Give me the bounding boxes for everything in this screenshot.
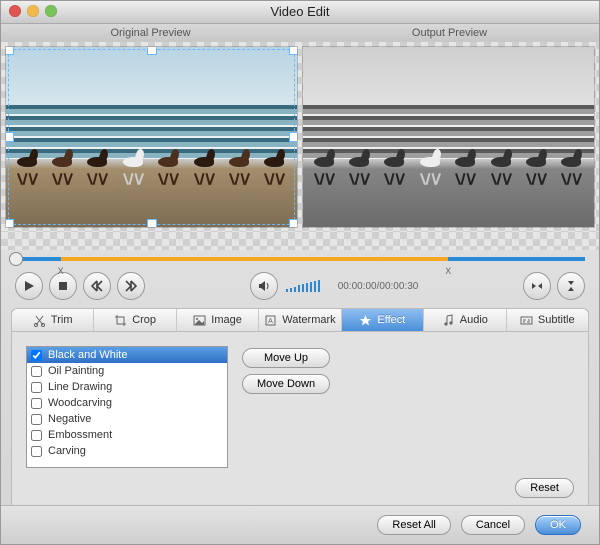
ok-button[interactable]: OK xyxy=(535,515,581,535)
original-preview-label: Original Preview xyxy=(1,24,300,42)
play-button[interactable] xyxy=(15,272,43,300)
effect-checkbox[interactable] xyxy=(31,398,42,409)
volume-control[interactable]: 00:00:00/00:00:30 xyxy=(250,272,419,300)
trim-out-marker[interactable]: X xyxy=(445,266,451,276)
effect-tab-body: Black and White Oil Painting Line Drawing W… xyxy=(12,332,588,472)
next-keyframe-button[interactable] xyxy=(117,272,145,300)
playhead-handle[interactable] xyxy=(9,252,23,266)
tab-effect[interactable]: Effect xyxy=(342,309,424,331)
close-icon[interactable] xyxy=(9,5,21,17)
tab-watermark[interactable]: A Watermark xyxy=(259,309,341,331)
tab-label: Audio xyxy=(460,314,488,326)
tabs-panel: Trim Crop Image AWatermark Effect Audio … xyxy=(11,308,589,509)
effect-checkbox[interactable] xyxy=(31,350,42,361)
svg-text:A: A xyxy=(268,318,273,325)
original-preview-image xyxy=(6,47,297,227)
dialog-footer: Reset All Cancel OK xyxy=(1,505,599,544)
effect-label: Embossment xyxy=(48,429,112,441)
image-icon xyxy=(193,314,206,327)
window-controls xyxy=(9,5,57,17)
crop-icon xyxy=(114,314,127,327)
tab-label: Trim xyxy=(51,314,73,326)
effects-list-item[interactable]: Carving xyxy=(27,443,227,459)
effects-list-item[interactable]: Oil Painting xyxy=(27,363,227,379)
tab-image[interactable]: Image xyxy=(177,309,259,331)
effect-label: Oil Painting xyxy=(48,365,104,377)
effects-list-item[interactable]: Negative xyxy=(27,411,227,427)
tab-label: Watermark xyxy=(282,314,335,326)
effect-checkbox[interactable] xyxy=(31,446,42,457)
scissors-icon xyxy=(33,314,46,327)
move-down-button[interactable]: Move Down xyxy=(242,374,330,394)
effect-checkbox[interactable] xyxy=(31,414,42,425)
stop-button[interactable] xyxy=(49,272,77,300)
timecode: 00:00:00/00:00:30 xyxy=(338,281,419,292)
reset-button[interactable]: Reset xyxy=(515,478,574,498)
effect-checkbox[interactable] xyxy=(31,366,42,377)
effect-label: Negative xyxy=(48,413,91,425)
effects-list-item[interactable]: Woodcarving xyxy=(27,395,227,411)
effects-list-item[interactable]: Line Drawing xyxy=(27,379,227,395)
timeline[interactable]: X X xyxy=(15,250,585,268)
tab-label: Image xyxy=(211,314,242,326)
playback-controls: 00:00:00/00:00:30 xyxy=(1,268,599,304)
preview-strip xyxy=(1,232,599,250)
effect-checkbox[interactable] xyxy=(31,430,42,441)
tab-label: Crop xyxy=(132,314,156,326)
effects-list-item[interactable]: Embossment xyxy=(27,427,227,443)
star-icon xyxy=(359,314,372,327)
effect-checkbox[interactable] xyxy=(31,382,42,393)
minimize-icon[interactable] xyxy=(27,5,39,17)
window-title: Video Edit xyxy=(270,4,329,19)
tab-bar: Trim Crop Image AWatermark Effect Audio … xyxy=(12,309,588,332)
tab-subtitle[interactable]: Subtitle xyxy=(507,309,588,331)
effect-label: Line Drawing xyxy=(48,381,112,393)
output-preview xyxy=(302,46,595,228)
tab-crop[interactable]: Crop xyxy=(94,309,176,331)
cancel-button[interactable]: Cancel xyxy=(461,515,525,535)
preview-area xyxy=(1,42,599,232)
output-preview-image xyxy=(303,47,594,227)
effect-label: Woodcarving xyxy=(48,397,112,409)
reset-all-button[interactable]: Reset All xyxy=(377,515,450,535)
original-preview[interactable] xyxy=(5,46,298,228)
flip-vertical-button[interactable] xyxy=(557,272,585,300)
volume-icon[interactable] xyxy=(250,272,278,300)
effects-list[interactable]: Black and White Oil Painting Line Drawing W… xyxy=(26,346,228,468)
effect-label: Black and White xyxy=(48,349,127,361)
tab-audio[interactable]: Audio xyxy=(424,309,506,331)
tab-label: Subtitle xyxy=(538,314,575,326)
titlebar: Video Edit xyxy=(1,1,599,24)
output-preview-label: Output Preview xyxy=(300,24,599,42)
effect-label: Carving xyxy=(48,445,86,457)
flip-horizontal-button[interactable] xyxy=(523,272,551,300)
prev-keyframe-button[interactable] xyxy=(83,272,111,300)
move-up-button[interactable]: Move Up xyxy=(242,348,330,368)
effects-list-item[interactable]: Black and White xyxy=(27,347,227,363)
watermark-icon: A xyxy=(264,314,277,327)
music-note-icon xyxy=(442,314,455,327)
zoom-icon[interactable] xyxy=(45,5,57,17)
tab-trim[interactable]: Trim xyxy=(12,309,94,331)
timeline-range xyxy=(61,257,449,261)
subtitle-icon xyxy=(520,314,533,327)
tab-label: Effect xyxy=(377,314,405,326)
volume-level[interactable] xyxy=(286,280,320,292)
timeline-tail xyxy=(448,257,585,261)
preview-labels: Original Preview Output Preview xyxy=(1,24,599,42)
trim-in-marker[interactable]: X xyxy=(58,266,64,276)
video-edit-window: Video Edit Original Preview Output Previ… xyxy=(0,0,600,545)
